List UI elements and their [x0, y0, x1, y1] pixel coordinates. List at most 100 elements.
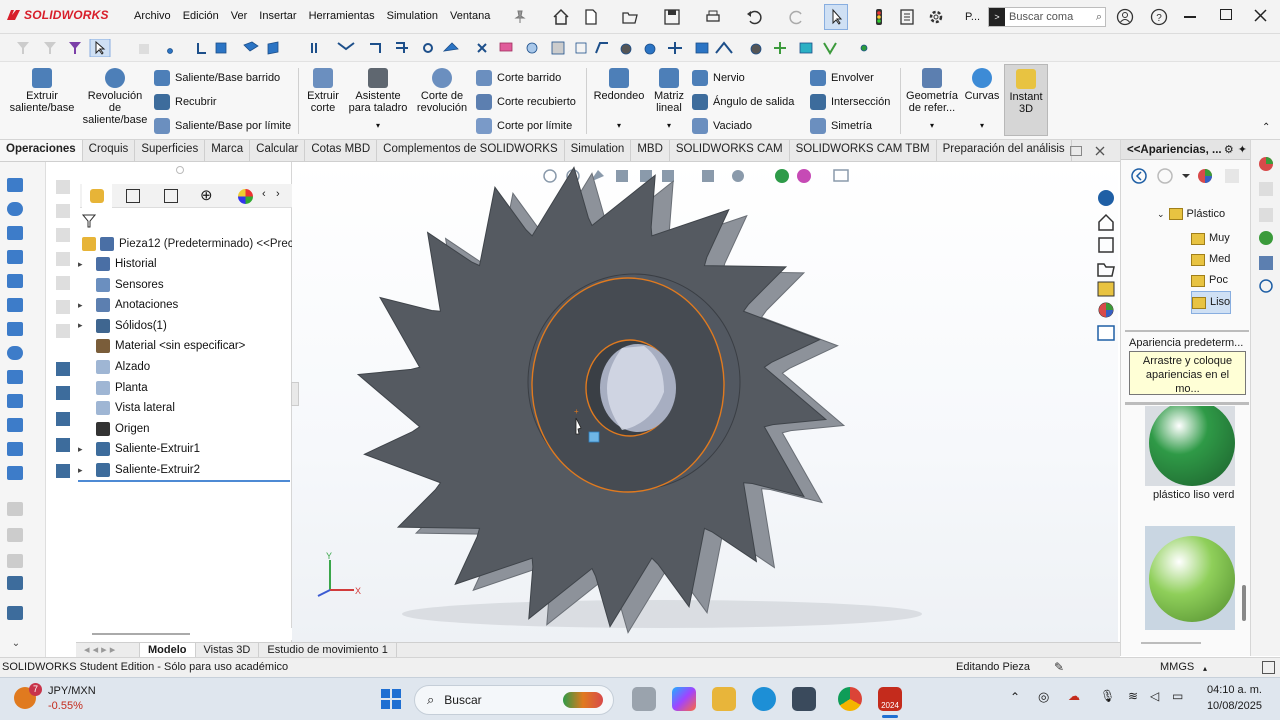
tab-scroll-left-icon[interactable]: ‹: [262, 188, 266, 200]
open-folder-icon[interactable]: [621, 8, 639, 26]
tree-item[interactable]: ▸ Historial: [78, 254, 157, 274]
tree-item[interactable]: ▸ Sólidos(1): [78, 316, 167, 336]
revolve-cut-button[interactable]: Corte de revolución: [414, 68, 470, 114]
wifi-icon[interactable]: ≋: [1128, 689, 1138, 703]
edge-browser-icon[interactable]: [752, 687, 776, 711]
menu-herramientas[interactable]: Herramientas: [303, 10, 381, 22]
pane-splitter[interactable]: [1125, 330, 1249, 332]
expand-arrow-icon[interactable]: ▸: [78, 444, 90, 455]
subfolder-item[interactable]: Muy: [1191, 228, 1231, 249]
reference-geometry-button[interactable]: Geometría de refer... ▾: [904, 68, 960, 132]
minimize-window-button[interactable]: [1184, 16, 1196, 18]
entity-filter-icons[interactable]: [160, 39, 900, 57]
tab-solidworks-cam-tbm[interactable]: SOLIDWORKS CAM TBM: [790, 140, 937, 161]
dimxpert-crosshair-icon[interactable]: ⊕: [200, 188, 213, 203]
menu-simulation[interactable]: Simulation: [381, 10, 444, 22]
extrude-cut-button[interactable]: Extruir corte: [302, 68, 344, 114]
graphics-area[interactable]: + Y X: [292, 162, 1118, 642]
tree-item[interactable]: Sensores: [78, 275, 164, 295]
clock-time[interactable]: 04:10 a. m.: [1206, 684, 1262, 696]
subfolder-item-selected[interactable]: Liso: [1191, 291, 1232, 314]
new-document-icon[interactable]: [582, 8, 600, 26]
mirror-button[interactable]: Simetría: [810, 118, 872, 134]
feature-manager-tab[interactable]: [82, 184, 112, 208]
panel-pin-icon[interactable]: ✦: [1238, 143, 1247, 156]
tab-operaciones[interactable]: Operaciones: [0, 140, 83, 161]
expand-arrow-icon[interactable]: ▸: [78, 259, 90, 270]
restore-window-button[interactable]: [1220, 9, 1232, 20]
subfolder-item[interactable]: Med: [1191, 249, 1231, 270]
menu-ventana[interactable]: Ventana: [444, 10, 496, 22]
tab-complementos[interactable]: Complementos de SOLIDWORKS: [377, 140, 565, 161]
tree-item[interactable]: Material <sin especificar>: [78, 336, 245, 356]
swept-cut-button[interactable]: Corte barrido: [476, 70, 561, 86]
tab-modelo[interactable]: Modelo: [140, 643, 196, 657]
panel-options-gear-icon[interactable]: ⚙: [1224, 143, 1234, 156]
tooltip-toggle-icon[interactable]: [1262, 661, 1275, 674]
select-tool-button[interactable]: [824, 4, 848, 30]
units-status[interactable]: MMGS: [1160, 661, 1194, 673]
tree-item[interactable]: Planta: [78, 378, 148, 398]
task-view-icon[interactable]: [632, 687, 656, 711]
copilot-icon[interactable]: [672, 687, 696, 711]
taskbar-search-box[interactable]: ⌕ Buscar: [414, 685, 614, 715]
store-icon[interactable]: [792, 687, 816, 711]
solidworks-taskbar-icon[interactable]: 2024: [878, 687, 902, 711]
chevron-down-icon[interactable]: ▾: [904, 120, 960, 132]
tree-item[interactable]: ▸ Saliente-Extruir2: [78, 460, 200, 480]
tab-calcular[interactable]: Calcular: [250, 140, 306, 161]
file-properties-icon[interactable]: [898, 8, 916, 26]
panel-grip-icon[interactable]: [176, 166, 184, 174]
lofted-cut-button[interactable]: Corte recubierto: [476, 94, 576, 110]
part-model[interactable]: +: [292, 162, 1118, 642]
collapse-ribbon-icon[interactable]: ⌃: [1262, 122, 1270, 133]
extrude-boss-button[interactable]: Extruir saliente/base: [6, 68, 78, 114]
tab-simulation[interactable]: Simulation: [565, 140, 632, 161]
instant3d-button[interactable]: Instant 3D: [1004, 64, 1048, 136]
configuration-manager-icon[interactable]: [164, 189, 178, 203]
appearance-swatch-green[interactable]: [1145, 406, 1235, 486]
tree-horizontal-scroll[interactable]: [76, 628, 292, 640]
undo-icon[interactable]: [745, 8, 763, 26]
options-gear-icon[interactable]: [927, 8, 945, 26]
fillet-button[interactable]: Redondeo ▾: [592, 68, 646, 132]
print-icon[interactable]: [704, 8, 722, 26]
rib-button[interactable]: Nervio: [692, 70, 745, 86]
shell-button[interactable]: Vaciado: [692, 118, 752, 134]
battery-icon[interactable]: ▭: [1172, 689, 1183, 703]
tab-estudio-movimiento[interactable]: Estudio de movimiento 1: [259, 643, 397, 657]
pane-scrollbar[interactable]: [1242, 585, 1246, 621]
tree-item[interactable]: Vista lateral: [78, 398, 175, 418]
tab-croquis[interactable]: Croquis: [83, 140, 136, 161]
loft-button[interactable]: Recubrir: [154, 94, 217, 110]
tab-marca[interactable]: Marca: [205, 140, 251, 161]
menu-edicion[interactable]: Edición: [177, 10, 225, 22]
chevron-down-icon[interactable]: ▾: [962, 120, 1002, 132]
show-hidden-icons-chevron-icon[interactable]: ⌃: [1010, 690, 1020, 704]
close-window-icon[interactable]: [1254, 9, 1267, 22]
filter-funnel-icon[interactable]: [82, 214, 96, 228]
boundary-boss-button[interactable]: Saliente/Base por límite: [154, 118, 291, 134]
antivirus-icon[interactable]: ☁: [1068, 689, 1080, 703]
speaker-icon[interactable]: ◁: [1150, 689, 1159, 703]
boundary-cut-button[interactable]: Corte por límite: [476, 118, 572, 134]
tree-root-part[interactable]: Pieza12 (Predeterminado) <<Prec: [78, 234, 294, 254]
rebuild-traffic-light-icon[interactable]: [870, 8, 888, 26]
hole-wizard-button[interactable]: Asistente para taladro ▾: [346, 68, 410, 132]
chrome-browser-icon[interactable]: [838, 687, 862, 711]
tab-solidworks-cam[interactable]: SOLIDWORKS CAM: [670, 140, 790, 161]
task-pane-tabs[interactable]: [1094, 186, 1118, 346]
tree-item[interactable]: ▸ Saliente-Extruir1: [78, 439, 200, 459]
save-icon[interactable]: [663, 8, 681, 26]
display-manager-icon[interactable]: [238, 189, 253, 204]
sync-icon[interactable]: ◎: [1038, 689, 1049, 705]
wrap-button[interactable]: Envolver: [810, 70, 874, 86]
curves-button[interactable]: Curvas ▾: [962, 68, 1002, 132]
tab-navigation-arrows[interactable]: ◂ ◂ ▸ ▸: [76, 643, 140, 657]
p-label[interactable]: P...: [965, 11, 980, 23]
microphone-icon[interactable]: 🎙: [1100, 689, 1115, 703]
appearances-title[interactable]: <<Apariencias, ...: [1121, 144, 1222, 156]
chevron-up-icon[interactable]: ▴: [1203, 664, 1207, 673]
feature-icon-column[interactable]: ⌄: [0, 162, 46, 658]
intersect-button[interactable]: Intersección: [810, 94, 890, 110]
